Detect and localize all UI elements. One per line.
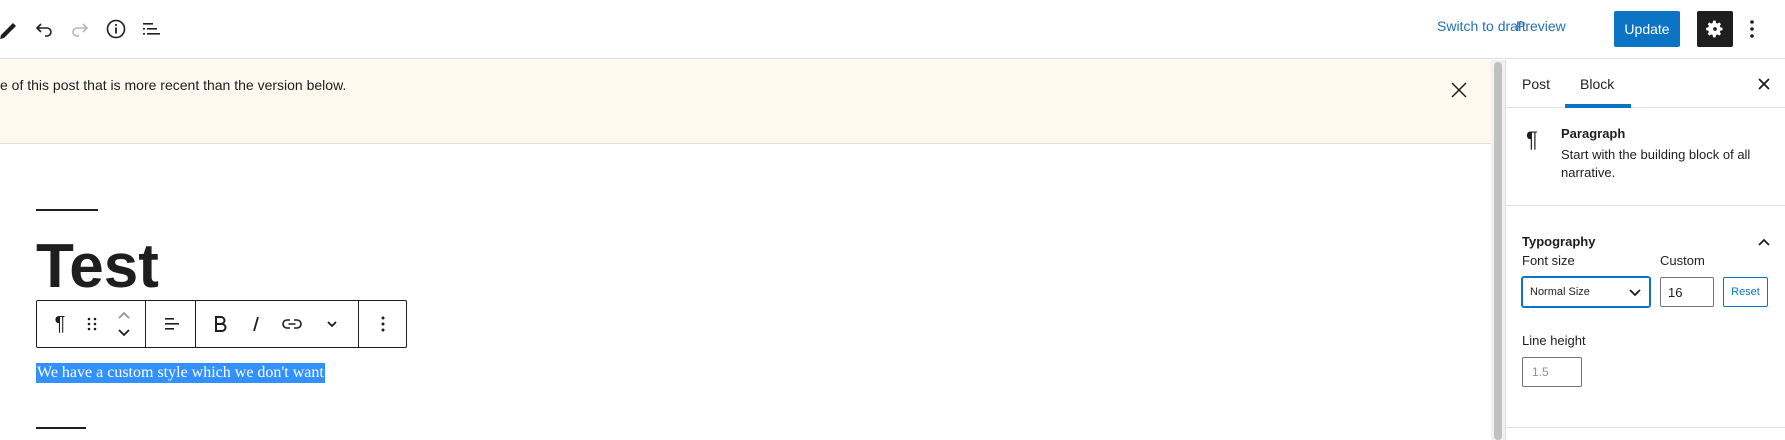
chevron-down-icon bbox=[1629, 289, 1641, 297]
block-type-button[interactable]: ¶ bbox=[47, 311, 73, 337]
chevron-up-icon bbox=[1758, 238, 1770, 246]
typography-panel-title[interactable]: Typography bbox=[1522, 234, 1595, 249]
paragraph-block[interactable]: We have a custom style which we don't wa… bbox=[36, 363, 325, 383]
bold-button[interactable] bbox=[207, 311, 233, 337]
align-button[interactable] bbox=[159, 311, 185, 337]
chevron-down-icon bbox=[327, 321, 337, 328]
chevron-down-icon bbox=[118, 329, 130, 337]
kebab-menu-icon bbox=[381, 316, 385, 332]
paragraph-icon: ¶ bbox=[54, 312, 66, 335]
block-toolbar: ¶ bbox=[36, 300, 407, 348]
typography-panel-toggle[interactable] bbox=[1752, 230, 1776, 254]
bold-icon bbox=[215, 316, 227, 332]
move-down-button[interactable] bbox=[111, 325, 137, 341]
editor-scrollbar-thumb[interactable] bbox=[1494, 62, 1502, 440]
typography-panel: Typography bbox=[1506, 206, 1785, 428]
drag-handle-icon bbox=[87, 317, 97, 331]
font-size-select[interactable]: Normal Size bbox=[1522, 277, 1650, 307]
autosave-notice: e of this post that is more recent than … bbox=[0, 60, 1491, 144]
more-formatting-button[interactable] bbox=[319, 311, 345, 337]
undo-icon[interactable] bbox=[29, 14, 59, 44]
link-button[interactable] bbox=[279, 311, 305, 337]
reset-button[interactable]: Reset bbox=[1723, 277, 1768, 307]
custom-font-size-input[interactable]: 16 bbox=[1660, 277, 1714, 307]
toolbar-divider bbox=[358, 301, 359, 347]
preview-button[interactable]: Preview bbox=[1516, 18, 1566, 34]
notice-text: e of this post that is more recent than … bbox=[0, 77, 347, 93]
more-options-button[interactable] bbox=[1740, 14, 1764, 44]
paragraph-icon: ¶ bbox=[1526, 127, 1538, 152]
redo-icon[interactable] bbox=[65, 14, 95, 44]
pencil-icon[interactable] bbox=[0, 14, 24, 44]
close-icon bbox=[1758, 78, 1770, 90]
italic-icon bbox=[253, 316, 259, 332]
settings-button[interactable] bbox=[1697, 11, 1733, 47]
info-icon[interactable] bbox=[101, 14, 131, 44]
close-icon bbox=[1451, 82, 1467, 98]
settings-sidebar: Post Block ¶ Paragraph Start with the bu… bbox=[1505, 60, 1785, 440]
block-options-button[interactable] bbox=[370, 311, 396, 337]
drag-handle[interactable] bbox=[79, 311, 105, 337]
block-card: ¶ Paragraph Start with the building bloc… bbox=[1506, 108, 1785, 206]
sidebar-tabs: Post Block bbox=[1506, 60, 1785, 108]
kebab-menu-icon bbox=[1750, 20, 1754, 38]
editor-header: Switch to draft Preview Update bbox=[0, 0, 1785, 59]
font-size-label: Font size bbox=[1522, 253, 1575, 268]
toolbar-divider bbox=[195, 301, 196, 347]
italic-button[interactable] bbox=[243, 311, 269, 337]
switch-to-draft-button[interactable]: Switch to draft bbox=[1437, 18, 1526, 34]
tab-block[interactable]: Block bbox=[1580, 60, 1614, 108]
post-title[interactable]: Test bbox=[36, 226, 159, 308]
toolbar-divider bbox=[145, 301, 146, 347]
separator-block-top[interactable] bbox=[36, 209, 98, 211]
font-size-select-value: Normal Size bbox=[1530, 286, 1590, 298]
update-button[interactable]: Update bbox=[1614, 11, 1680, 47]
align-left-icon bbox=[165, 318, 179, 330]
close-sidebar-button[interactable] bbox=[1752, 72, 1776, 96]
gear-icon bbox=[1706, 20, 1723, 38]
line-height-input[interactable]: 1.5 bbox=[1522, 357, 1582, 387]
separator-block-bottom[interactable] bbox=[36, 427, 86, 429]
line-height-label: Line height bbox=[1522, 333, 1586, 348]
tab-post[interactable]: Post bbox=[1522, 60, 1550, 108]
custom-label: Custom bbox=[1660, 253, 1705, 268]
block-name: Paragraph bbox=[1561, 126, 1626, 141]
list-view-icon[interactable] bbox=[137, 14, 167, 44]
link-icon bbox=[282, 319, 302, 329]
notice-close-button[interactable] bbox=[1447, 78, 1471, 102]
block-description: Start with the building block of all nar… bbox=[1561, 147, 1751, 180]
